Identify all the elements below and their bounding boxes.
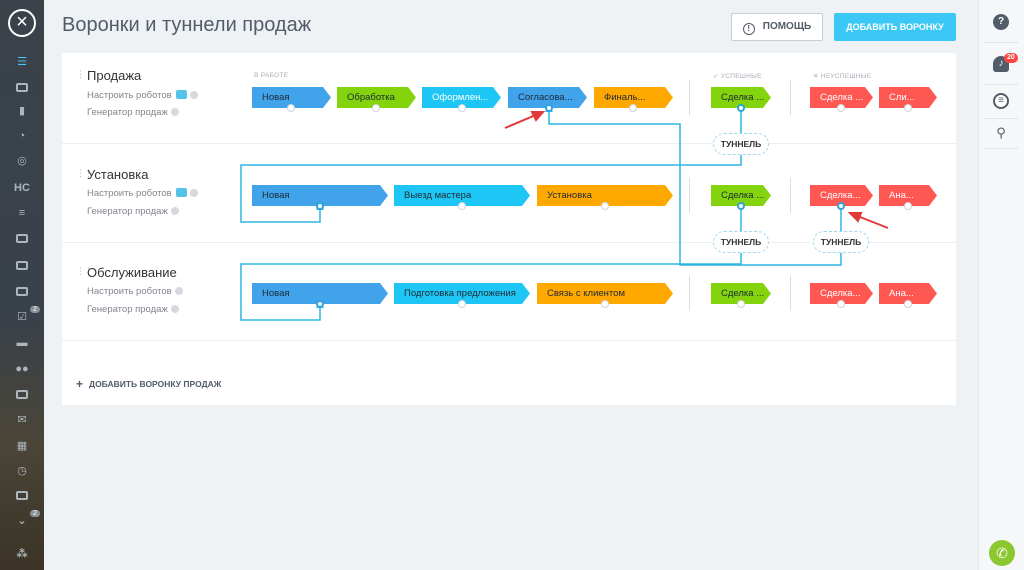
stage-dot[interactable] <box>372 104 380 112</box>
stage-dot[interactable] <box>904 104 912 112</box>
stage-dot[interactable] <box>904 202 912 210</box>
stage-dot-connected[interactable] <box>316 300 324 308</box>
stage-dot[interactable] <box>458 300 466 308</box>
notifications-badge: 20 <box>1004 53 1018 63</box>
divider <box>984 148 1018 149</box>
chat-icon[interactable]: ≡ <box>993 93 1009 109</box>
tunnel-badge[interactable]: ТУННЕЛЬ <box>813 231 869 253</box>
stage-dot[interactable] <box>629 104 637 112</box>
add-sales-funnel-link[interactable]: + ДОБАВИТЬ ВОРОНКУ ПРОДАЖ <box>76 377 221 391</box>
red-pointer-head <box>530 111 546 122</box>
tunnel-line <box>548 108 842 266</box>
search-icon[interactable]: ⚲ <box>993 125 1009 141</box>
stage-dot[interactable] <box>287 104 295 112</box>
plus-icon: + <box>76 377 84 391</box>
stage-dot-connected[interactable] <box>837 202 845 210</box>
red-pointer-head <box>847 212 863 223</box>
stage-dot[interactable] <box>601 202 609 210</box>
stage-dot-connected[interactable] <box>737 202 745 210</box>
stage-dot-connected[interactable] <box>545 104 553 112</box>
tunnel-badge[interactable]: ТУННЕЛЬ <box>713 231 769 253</box>
add-sales-funnel-label: ДОБАВИТЬ ВОРОНКУ ПРОДАЖ <box>89 379 222 389</box>
right-sidebar <box>978 0 1024 570</box>
stage-dot[interactable] <box>904 300 912 308</box>
phone-icon[interactable]: ✆ <box>989 540 1015 566</box>
stage-dot-connected[interactable] <box>737 104 745 112</box>
divider <box>984 84 1018 85</box>
divider <box>984 42 1018 43</box>
stage-dot[interactable] <box>837 104 845 112</box>
tunnel-badge[interactable]: ТУННЕЛЬ <box>713 133 769 155</box>
help-icon[interactable]: ? <box>993 14 1009 30</box>
stage-dot[interactable] <box>601 300 609 308</box>
divider <box>984 118 1018 119</box>
stage-dot[interactable] <box>737 300 745 308</box>
stage-dot[interactable] <box>837 300 845 308</box>
stage-dot[interactable] <box>458 202 466 210</box>
stage-dot[interactable] <box>458 104 466 112</box>
stage-dot-connected[interactable] <box>316 202 324 210</box>
tunnel-links <box>240 105 889 321</box>
